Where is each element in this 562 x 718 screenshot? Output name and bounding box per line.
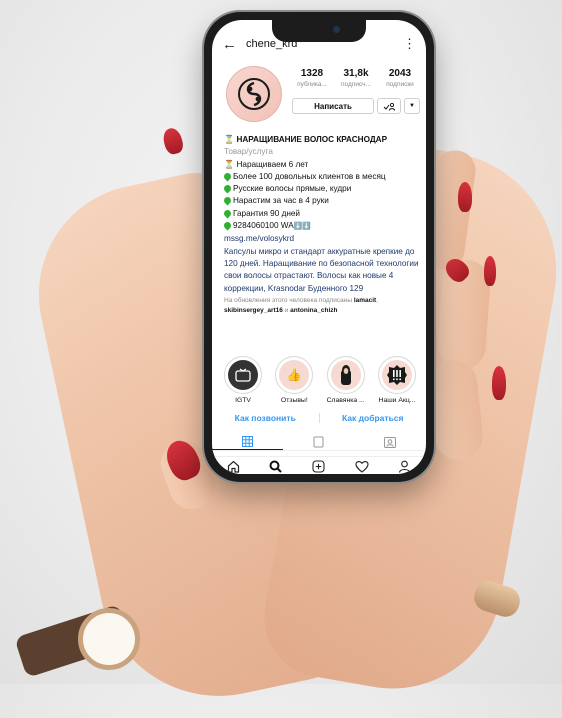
- highlight-circle: [377, 356, 416, 394]
- followed-prefix: На обновления этого человека подписаны: [224, 296, 352, 304]
- highlight-label: IGTV: [235, 397, 251, 404]
- nail: [458, 182, 472, 212]
- bio-line-text: Гарантия 90 дней: [233, 208, 300, 218]
- highlight-label: Отзывы!: [280, 397, 308, 404]
- bio-line-text: Более 100 довольных клиентов в месяц: [233, 171, 386, 181]
- trophy-icon: ⏳: [224, 135, 235, 144]
- chevron-down-icon[interactable]: ▼: [404, 98, 420, 114]
- story-highlights: IGTV 👍 Отзывы! Славянка ... Наши Акц...: [220, 356, 420, 404]
- logo-icon: [238, 78, 270, 110]
- highlight-circle: [224, 356, 262, 394]
- tab-igtv[interactable]: [283, 434, 354, 450]
- alert-badge-icon: [381, 360, 412, 390]
- bio-link[interactable]: mssg.me/volosykrd: [224, 233, 420, 245]
- bio-line: Более 100 довольных клиентов в месяц: [222, 171, 420, 183]
- profile-category: Товар/услуга: [224, 147, 273, 157]
- stat-value: 2043: [388, 68, 412, 79]
- followed-user: lamacit: [353, 296, 377, 304]
- notch: [272, 20, 366, 42]
- stat-label: публика...: [297, 81, 327, 88]
- screen: ← chene_krd ⋮ 1328 публика... 31,8k подп…: [212, 20, 426, 474]
- directions-button[interactable]: Как добраться: [320, 413, 427, 423]
- call-button[interactable]: Как позвонить: [212, 413, 319, 423]
- arrow-icons: ⬇️⬇️: [293, 223, 312, 231]
- stat-value: 1328: [300, 68, 324, 79]
- stat-posts[interactable]: 1328 публика...: [292, 68, 332, 88]
- add-post-icon[interactable]: [312, 459, 325, 473]
- stat-label: подписки: [386, 81, 414, 88]
- grid-icon: [242, 436, 254, 447]
- camera: [333, 26, 340, 33]
- highlight-circle: [326, 356, 365, 394]
- bio-line-text: Нарастим за час в 4 руки: [233, 196, 329, 206]
- stat-following[interactable]: 2043 подписки: [380, 68, 420, 88]
- profile-actions: Написать ▼: [292, 98, 420, 114]
- green-heart-icon: [222, 183, 233, 194]
- trophy-icon: ⏳: [224, 159, 235, 169]
- followed-user: antonina_chizh: [290, 306, 338, 314]
- profile-name-text: НАРАЩИВАНИЕ ВОЛОС КРАСНОДАР: [236, 135, 388, 144]
- green-heart-icon: [222, 171, 233, 182]
- stat-followers[interactable]: 31,8k подписч...: [336, 68, 376, 88]
- avatar[interactable]: [226, 66, 282, 122]
- bio-line-text: Русские волосы прямые, кудри: [233, 184, 352, 194]
- contact-bar: Как позвонить Как добраться: [212, 410, 426, 426]
- igtv-icon: [228, 360, 258, 390]
- followed-by[interactable]: На обновления этого человека подписаны l…: [224, 296, 420, 316]
- more-vertical-icon[interactable]: ⋮: [403, 36, 416, 52]
- highlight-offers[interactable]: Наши Акц...: [374, 356, 420, 404]
- stats: 1328 публика... 31,8k подписч... 2043 по…: [292, 68, 420, 88]
- tagged-icon: [384, 436, 397, 448]
- heart-icon[interactable]: [355, 460, 369, 473]
- bio-line-text: 9284060100 WA: [233, 221, 294, 231]
- following-button[interactable]: [377, 98, 401, 114]
- bio-line: 9284060100 WA⬇️⬇️: [222, 220, 420, 233]
- bio-description: Капсулы микро и стандарт аккуратные креп…: [224, 246, 419, 293]
- green-heart-icon: [222, 208, 233, 219]
- bio-line: Русские волосы прямые, кудри: [222, 183, 420, 195]
- person-check-icon: [383, 102, 395, 111]
- nail: [484, 256, 496, 286]
- home-icon[interactable]: [227, 460, 240, 473]
- watch-face: [78, 608, 140, 670]
- profile-name: ⏳ НАРАЩИВАНИЕ ВОЛОС КРАСНОДАР: [224, 134, 420, 146]
- message-button[interactable]: Написать: [292, 98, 374, 114]
- bottom-nav: [212, 456, 426, 474]
- followed-user: skibinsergey_art16: [224, 306, 283, 314]
- nail: [160, 126, 186, 156]
- highlight-label: Славянка ...: [326, 397, 365, 404]
- highlight-reviews[interactable]: 👍 Отзывы!: [271, 356, 317, 404]
- phone: ← chene_krd ⋮ 1328 публика... 31,8k подп…: [204, 12, 434, 482]
- bio-line: Нарастим за час в 4 руки: [222, 195, 420, 207]
- tab-tagged[interactable]: [355, 434, 426, 450]
- stat-value: 31,8k: [343, 68, 369, 79]
- bio-line: Гарантия 90 дней: [222, 208, 420, 220]
- highlight-label: Наши Акц...: [378, 397, 416, 404]
- highlight-slavic[interactable]: Славянка ...: [323, 356, 369, 404]
- igtv-tab-icon: [313, 436, 324, 448]
- profile-tabs: [212, 434, 426, 451]
- thumbs-up-icon: 👍: [279, 360, 310, 390]
- green-heart-icon: [222, 196, 233, 206]
- profile-icon[interactable]: [398, 460, 411, 473]
- highlight-igtv[interactable]: IGTV: [220, 356, 266, 404]
- search-icon[interactable]: [269, 460, 283, 473]
- tab-grid[interactable]: [212, 434, 284, 450]
- woman-hair-icon: [330, 360, 361, 390]
- stat-label: подписч...: [341, 81, 371, 88]
- bio-line-text: Наращиваем 6 лет: [236, 159, 309, 169]
- green-heart-icon: [222, 220, 233, 231]
- bio: ⏳ НАРАЩИВАНИЕ ВОЛОС КРАСНОДАР Товар/услу…: [222, 134, 420, 316]
- highlight-circle: 👍: [275, 356, 314, 394]
- arrow-left-icon[interactable]: ←: [222, 36, 237, 53]
- bio-line: ⏳ Наращиваем 6 лет: [224, 159, 420, 171]
- nail: [492, 366, 506, 400]
- followed-and: и: [284, 306, 289, 314]
